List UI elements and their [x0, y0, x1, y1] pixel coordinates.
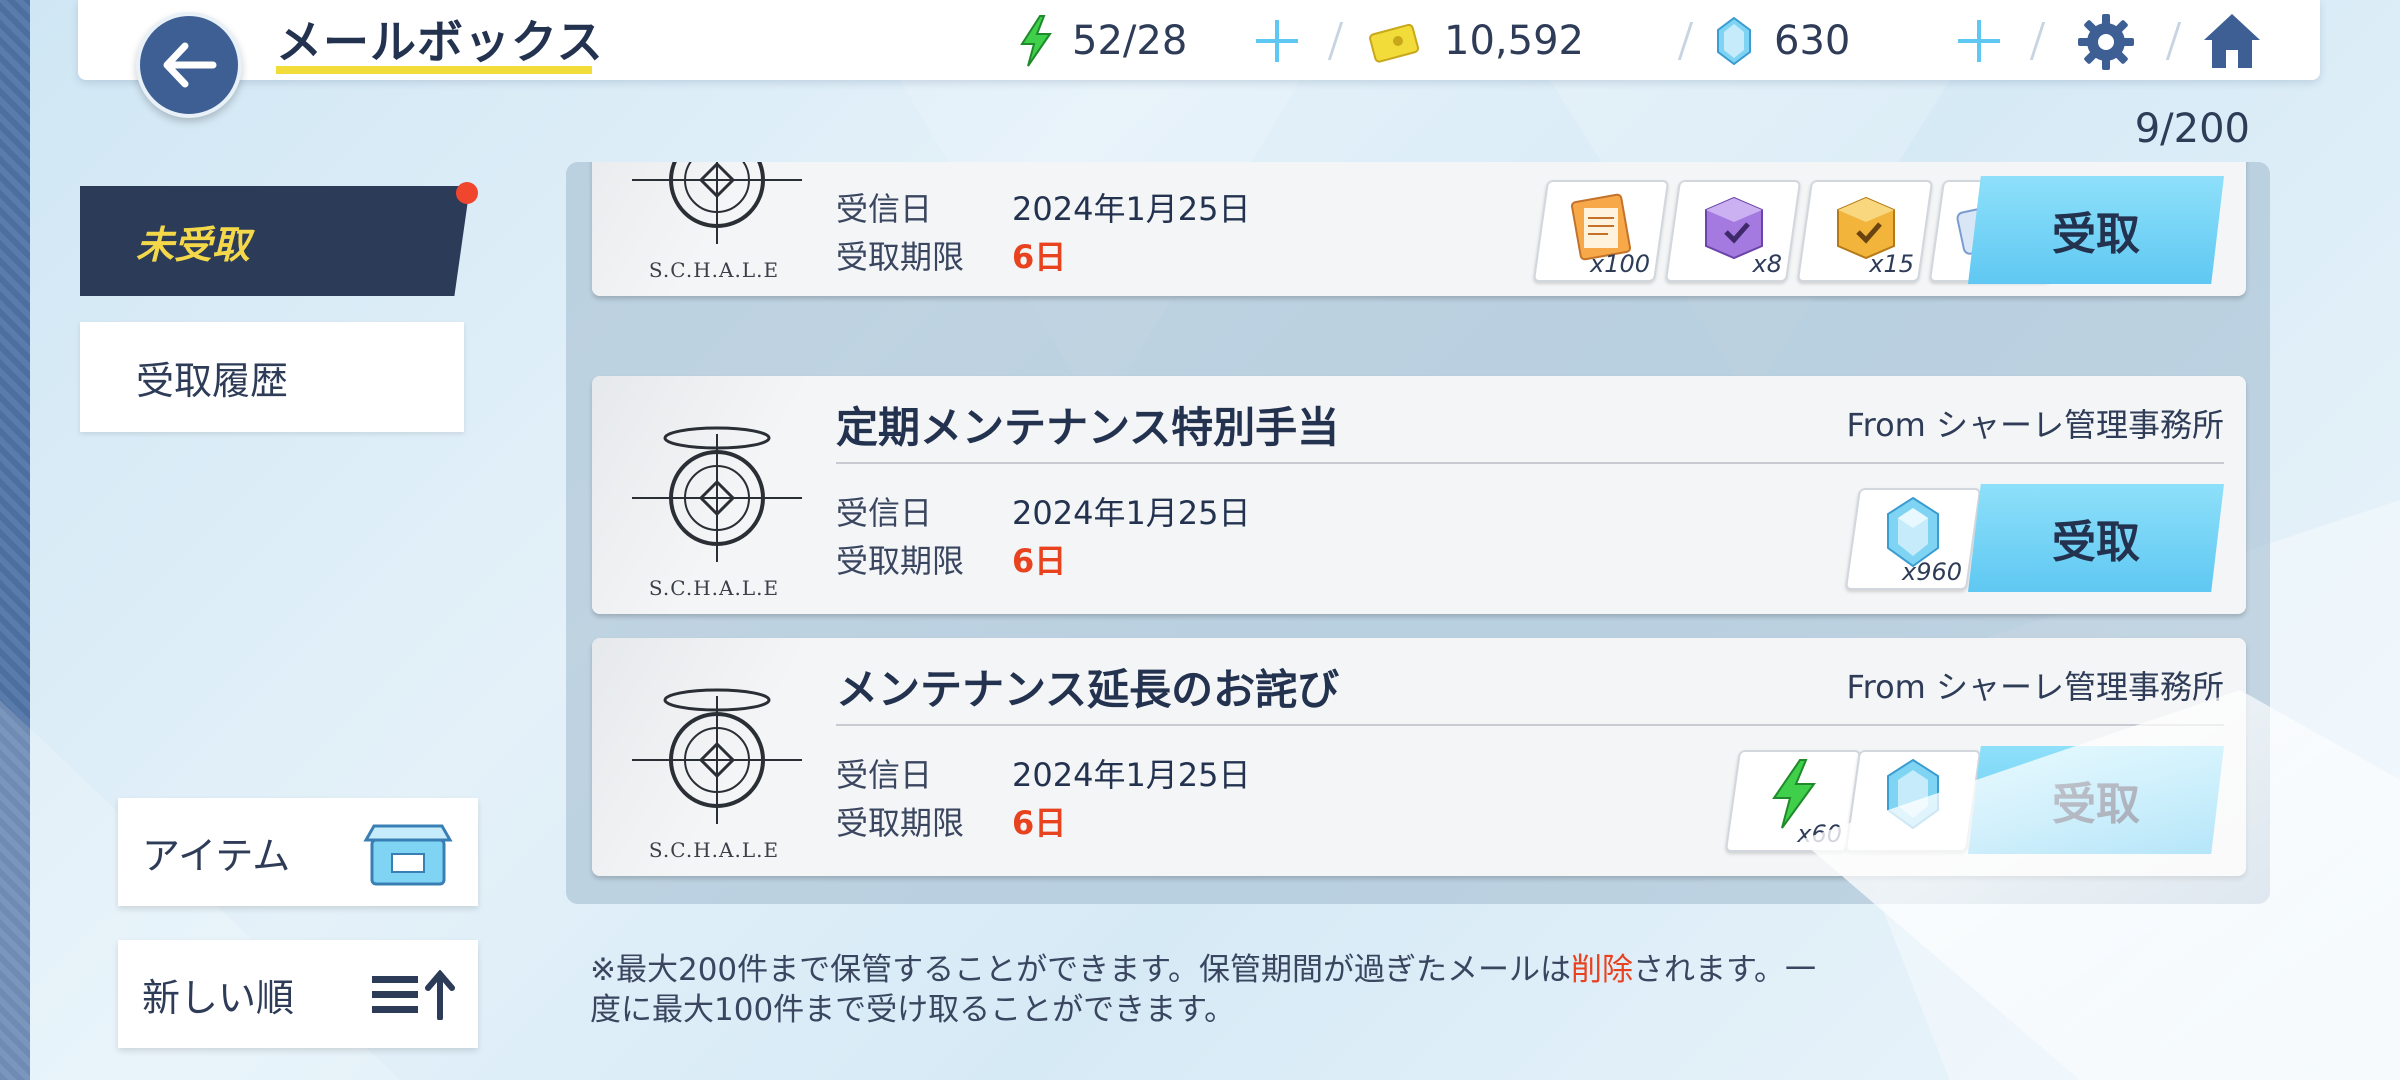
mail-sender: From シャーレ管理事務所: [1846, 668, 2224, 706]
stamina-icon: [1020, 15, 1052, 67]
mail-item[interactable]: S.C.H.A.L.E 受信日 2024年1月25日 受取期限 6日 x100: [592, 162, 2246, 296]
reward-quantity: x60: [1797, 820, 1842, 848]
stamina-value: 52/28: [1072, 18, 1188, 64]
schale-emblem: S.C.H.A.L.E: [592, 638, 822, 876]
reward-quantity: x100: [1589, 250, 1650, 278]
mail-title: 定期メンテナンス特別手当: [836, 403, 1340, 452]
deadline-value: 6日: [1012, 238, 1067, 276]
received-date-value: 2024年1月25日: [1012, 190, 1251, 228]
schale-logo-icon: [632, 162, 802, 244]
receive-button[interactable]: 受取: [1968, 176, 2224, 284]
credit-card-icon: [1369, 23, 1420, 63]
reward-item[interactable]: [1844, 750, 1982, 852]
add-gems-button[interactable]: [1952, 14, 2006, 68]
schale-emblem: S.C.H.A.L.E: [592, 162, 822, 296]
pyroxene-icon: [1887, 758, 1939, 830]
page-title: メールボックス: [276, 15, 604, 69]
deadline-label: 受取期限: [836, 542, 965, 580]
home-icon[interactable]: [2200, 10, 2264, 72]
emblem-text: S.C.H.A.L.E: [648, 258, 780, 282]
sort-ascending-icon: [372, 970, 455, 1020]
sort-order-label: 新しい順: [142, 975, 295, 1020]
reward-item[interactable]: x60: [1724, 750, 1862, 852]
schale-logo-icon: [632, 688, 802, 824]
gems-value: 630: [1774, 18, 1851, 64]
mail-divider: [836, 462, 2224, 464]
receive-button[interactable]: 受取: [1968, 746, 2224, 854]
mail-title: メンテナンス延長のお詫び: [836, 665, 1340, 714]
received-date-value: 2024年1月25日: [1012, 494, 1251, 532]
reward-quantity: x960: [1901, 558, 1962, 586]
tab-unclaimed-label: 未受取: [136, 222, 251, 267]
pyroxene-icon: [1717, 16, 1751, 66]
storage-notice: ※最大200件まで保管することができます。保管期間が過ぎたメールは削除されます。…: [590, 950, 1830, 1030]
item-filter-button[interactable]: アイテム: [118, 798, 478, 906]
mail-item[interactable]: S.C.H.A.L.E 定期メンテナンス特別手当 From シャーレ管理事務所 …: [592, 376, 2246, 614]
receive-button-label: 受取: [2052, 517, 2140, 568]
deadline-label: 受取期限: [836, 804, 965, 842]
mail-count: 9/200: [2134, 106, 2250, 152]
reward-item[interactable]: x960: [1844, 488, 1982, 590]
received-date-label: 受信日: [836, 190, 933, 228]
received-date-value: 2024年1月25日: [1012, 756, 1251, 794]
stamina-display: 52/28: [1016, 14, 1187, 68]
tab-history[interactable]: 受取履歴: [80, 322, 464, 432]
title-underline: [276, 66, 592, 74]
decorative-strip: [0, 0, 30, 1080]
back-button[interactable]: [136, 12, 242, 118]
sort-order-button[interactable]: 新しい順: [118, 940, 478, 1048]
tab-unclaimed[interactable]: 未受取: [80, 186, 470, 296]
gems-display: 630: [1714, 14, 1850, 68]
mail-list[interactable]: S.C.H.A.L.E 受信日 2024年1月25日 受取期限 6日 x100: [566, 162, 2270, 904]
credits-value: 10,592: [1444, 18, 1584, 64]
back-arrow-icon: [163, 42, 217, 88]
item-box-icon: [363, 824, 453, 886]
reward-item[interactable]: x15: [1796, 180, 1934, 282]
reward-quantity: x15: [1869, 250, 1914, 278]
settings-gear-icon[interactable]: [2076, 12, 2136, 72]
deadline-value: 6日: [1012, 804, 1067, 842]
reward-item[interactable]: x8: [1664, 180, 1802, 282]
deadline-value: 6日: [1012, 542, 1067, 580]
notice-highlight: 削除: [1571, 952, 1634, 988]
receive-button[interactable]: 受取: [1968, 484, 2224, 592]
mail-item[interactable]: S.C.H.A.L.E メンテナンス延長のお詫び From シャーレ管理事務所 …: [592, 638, 2246, 876]
received-date-label: 受信日: [836, 756, 933, 794]
tab-history-label: 受取履歴: [136, 358, 289, 403]
emblem-text: S.C.H.A.L.E: [648, 838, 780, 862]
notification-dot: [456, 182, 478, 204]
receive-button-label: 受取: [2052, 779, 2140, 830]
schale-emblem: S.C.H.A.L.E: [592, 376, 822, 614]
item-filter-label: アイテム: [142, 833, 291, 878]
notice-text: ※最大200件まで保管することができます。保管期間が過ぎたメールは: [590, 952, 1572, 988]
reward-quantity: x8: [1752, 250, 1782, 278]
reward-item[interactable]: x100: [1532, 180, 1670, 282]
deadline-label: 受取期限: [836, 238, 965, 276]
credits-display: 10,592: [1368, 14, 1584, 68]
mail-divider: [836, 724, 2224, 726]
emblem-text: S.C.H.A.L.E: [648, 576, 780, 600]
add-stamina-button[interactable]: [1250, 14, 1304, 68]
schale-logo-icon: [632, 426, 802, 562]
mail-sender: From シャーレ管理事務所: [1846, 406, 2224, 444]
receive-button-label: 受取: [2052, 209, 2140, 260]
received-date-label: 受信日: [836, 494, 933, 532]
